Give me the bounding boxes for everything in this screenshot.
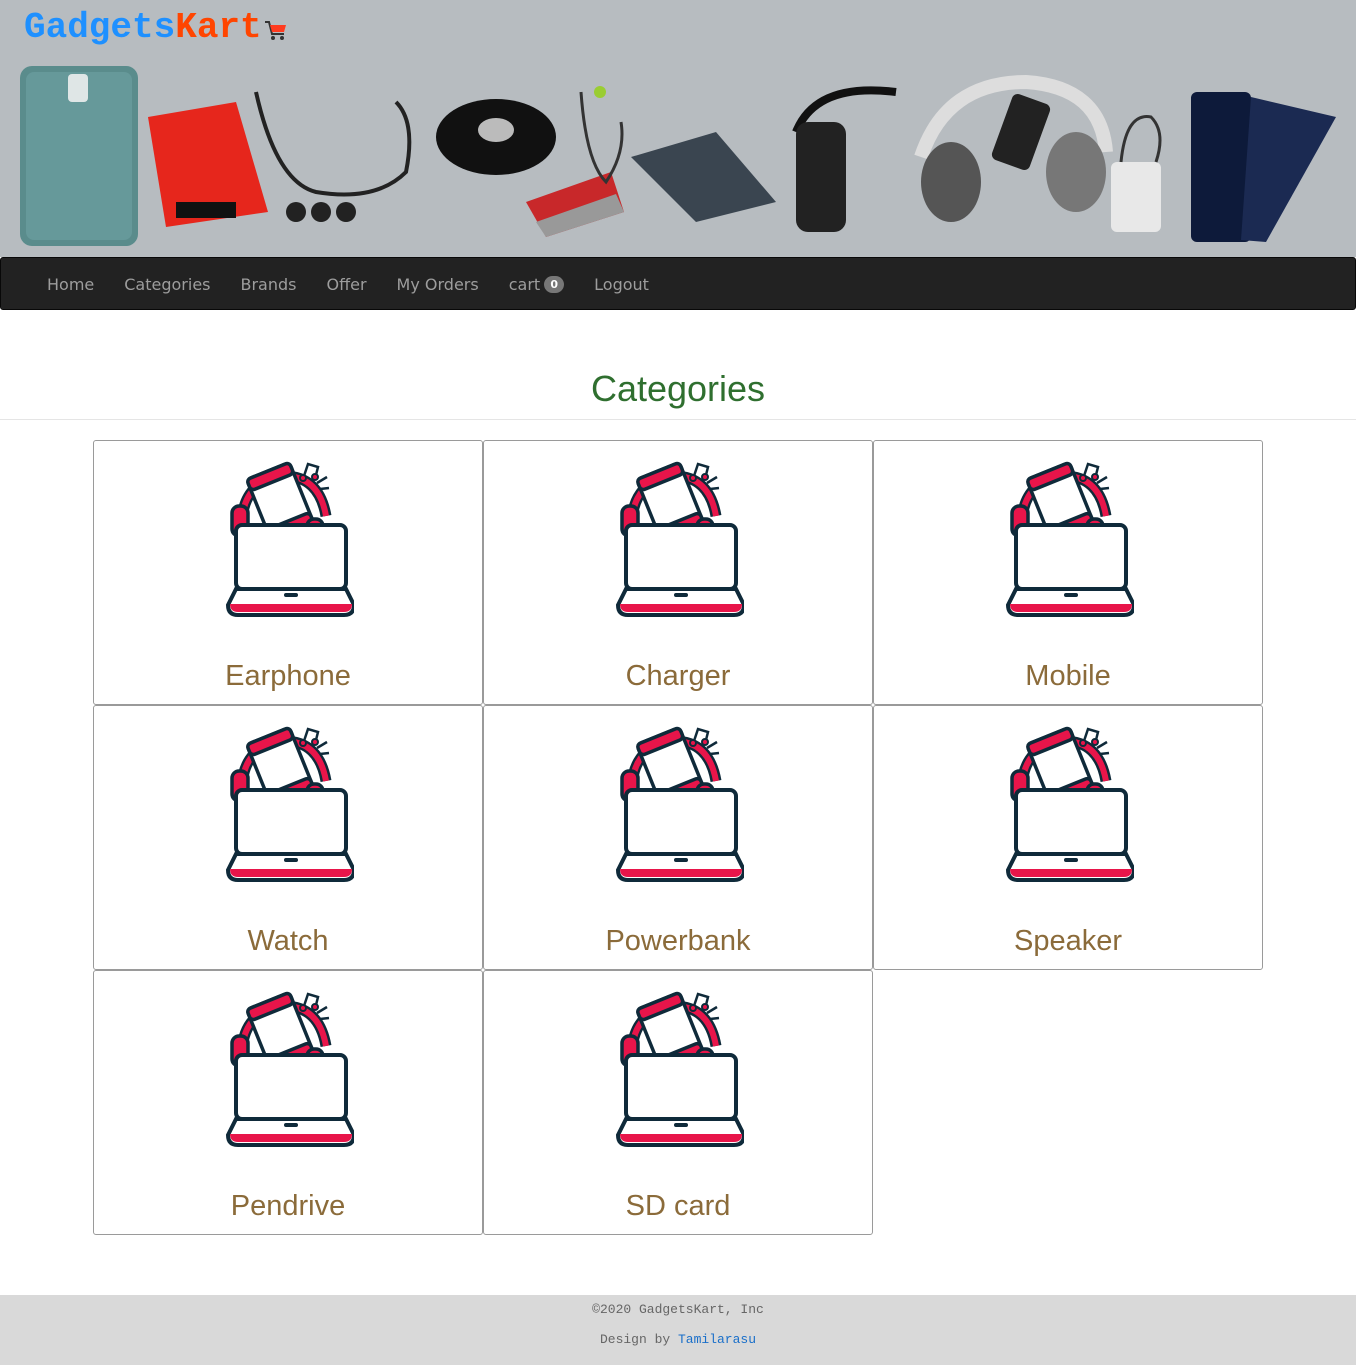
footer-credit: Design by Tamilarasu (0, 1332, 1356, 1347)
nav-links: Home Categories Brands Offer My Orders c… (32, 258, 664, 311)
category-card[interactable]: Powerbank (483, 705, 873, 970)
nav-home[interactable]: Home (32, 258, 109, 311)
site-footer: ©2020 GadgetsKart, Inc Design by Tamilar… (0, 1295, 1356, 1365)
main-navbar: Home Categories Brands Offer My Orders c… (0, 257, 1356, 310)
nav-offer[interactable]: Offer (312, 258, 382, 311)
category-gadget-icon (615, 461, 744, 617)
category-gadget-icon (615, 991, 744, 1147)
category-label: Speaker (1013, 925, 1122, 957)
category-gadget-icon (225, 461, 354, 617)
category-label: Mobile (1025, 660, 1111, 692)
category-gadget-icon (1005, 726, 1134, 882)
footer-copyright: ©2020 GadgetsKart, Inc (592, 1302, 764, 1317)
category-card[interactable]: Watch (93, 705, 483, 970)
category-gadget-icon (225, 726, 354, 882)
site-header: Gadgets Kart (0, 0, 1356, 257)
category-label: SD card (625, 1190, 731, 1222)
nav-brands[interactable]: Brands (226, 258, 312, 311)
gadgets-banner-image (20, 66, 1336, 246)
cart-logo-icon (264, 21, 286, 40)
category-card[interactable]: Mobile (873, 440, 1263, 705)
category-gadget-icon (1005, 461, 1134, 617)
cart-count-badge: 0 (544, 276, 565, 293)
site-logo[interactable]: Gadgets Kart (24, 8, 288, 48)
nav-logout[interactable]: Logout (579, 258, 664, 311)
footer-design-prefix: Design by (599, 1332, 671, 1347)
nav-my-orders[interactable]: My Orders (382, 258, 494, 311)
category-gadget-icon (225, 991, 354, 1147)
category-label: Charger (625, 660, 731, 692)
category-label: Powerbank (605, 925, 751, 957)
nav-cart[interactable]: cart 0 (494, 258, 579, 311)
category-label: Pendrive (230, 1190, 346, 1222)
category-label: Earphone (225, 660, 351, 692)
page-title: Categories (590, 368, 766, 409)
nav-categories[interactable]: Categories (109, 258, 225, 311)
logo-text-kart: Kart (175, 7, 262, 48)
category-card[interactable]: SD card (483, 970, 873, 1235)
category-card[interactable]: Charger (483, 440, 873, 705)
category-label: Watch (247, 925, 329, 957)
category-gadget-icon (615, 726, 744, 882)
designer-link[interactable]: Tamilarasu (678, 1332, 756, 1347)
category-card[interactable]: Earphone (93, 440, 483, 705)
logo-text-gadgets: Gadgets (24, 7, 176, 48)
nav-cart-label: cart (508, 275, 541, 294)
category-card[interactable]: Pendrive (93, 970, 483, 1235)
title-divider (0, 419, 1356, 420)
category-card[interactable]: Speaker (873, 705, 1263, 970)
